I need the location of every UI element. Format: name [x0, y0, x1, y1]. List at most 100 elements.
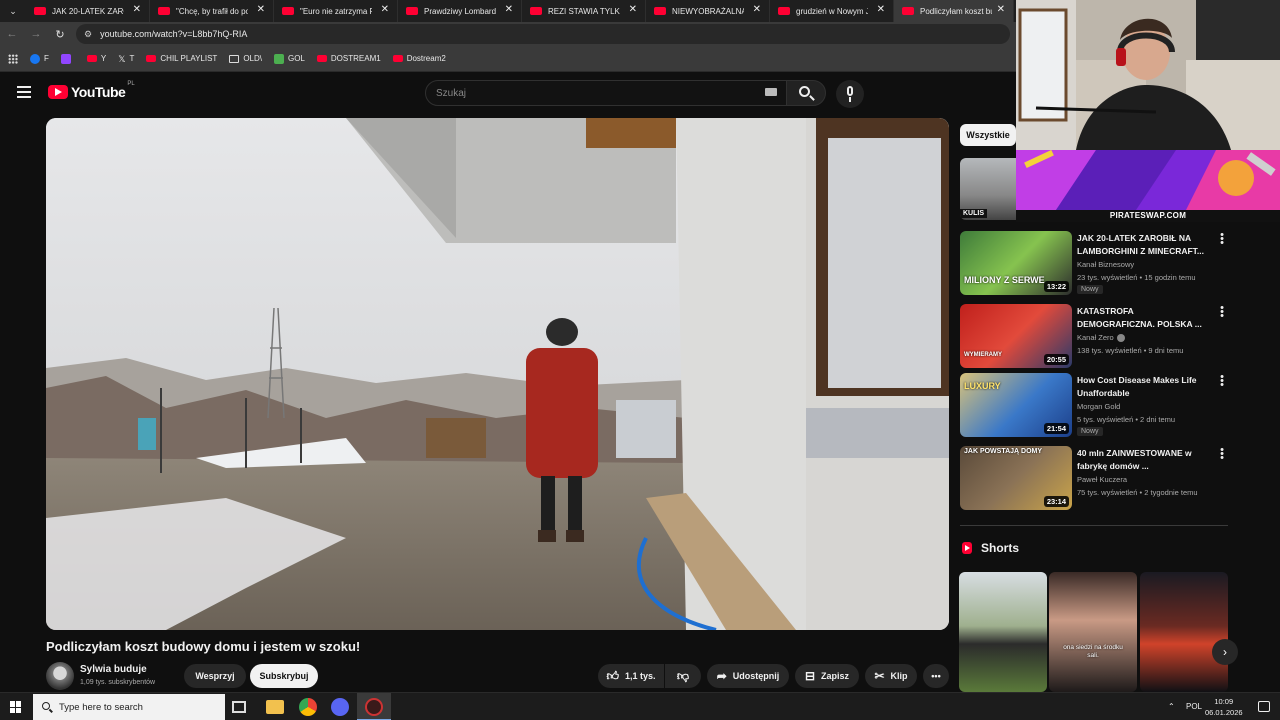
- logo-wordmark: YouTube: [71, 84, 126, 100]
- windows-start-icon[interactable]: [10, 701, 22, 713]
- browser-tab[interactable]: Prawdziwy Lombard - ✕: [398, 0, 522, 22]
- close-tab-icon[interactable]: ✕: [505, 4, 513, 15]
- back-icon[interactable]: ←: [0, 28, 24, 40]
- search-placeholder: Szukaj: [436, 88, 467, 99]
- video-title[interactable]: KATASTROFA DEMOGRAFICZNA. POLSKA ...: [1077, 305, 1213, 331]
- bookmark-item[interactable]: DOSTREAM1: [316, 54, 381, 63]
- site-settings-icon[interactable]: ⚙: [84, 29, 92, 40]
- browser-tab[interactable]: grudzień w Nowym J ✕: [770, 0, 894, 22]
- tab-title: "Euro nie zatrzyma R: [300, 6, 372, 16]
- video-thumbnail[interactable]: MILIONY Z SERWE 13:22: [960, 231, 1072, 295]
- channel-name[interactable]: Kanał Zero: [1077, 333, 1125, 343]
- browser-tab[interactable]: JAK 20-LATEK ZAROBI ✕: [26, 0, 150, 22]
- notification-icon[interactable]: [1258, 701, 1270, 712]
- video-thumbnail[interactable]: LUXURY 21:54: [960, 373, 1072, 437]
- recommended-video[interactable]: MILIONY Z SERWE 13:22 JAK 20-LATEK ZAROB…: [960, 230, 1230, 295]
- new-badge: Nowy: [1077, 427, 1103, 436]
- video-thumbnail[interactable]: WYMIERAMY 20:55: [960, 304, 1072, 368]
- system-clock[interactable]: 10:09 06.01.2026: [1205, 696, 1243, 718]
- youtube-logo[interactable]: YouTube PL: [48, 81, 135, 100]
- more-vertical-icon[interactable]: • • •: [1220, 372, 1224, 391]
- bookmark-item[interactable]: CHIL PLAYLIST: [146, 54, 217, 63]
- channel-avatar[interactable]: [46, 662, 74, 690]
- discord-icon[interactable]: [331, 698, 349, 716]
- chevron-right-icon[interactable]: ›: [1212, 639, 1238, 665]
- youtube-icon: [86, 55, 97, 62]
- thumbnail-text: JAK POWSTAJĄ DOMY: [964, 448, 1043, 455]
- more-actions-button[interactable]: •••: [923, 664, 949, 688]
- thumbnail-text: KULIS: [960, 209, 987, 218]
- save-button[interactable]: ⊟ Zapisz: [795, 664, 859, 688]
- bookmark-item[interactable]: Y: [86, 54, 106, 63]
- partial-thumbnail[interactable]: KULIS: [960, 158, 1016, 220]
- file-explorer-icon[interactable]: [266, 700, 284, 714]
- recommended-video[interactable]: JAK POWSTAJĄ DOMY 23:14 40 mln ZAINWESTO…: [960, 445, 1230, 510]
- channel-name[interactable]: Sylwia buduje: [80, 664, 147, 675]
- bookmark-item[interactable]: 𝕏T: [118, 54, 134, 64]
- forward-icon[interactable]: →: [24, 28, 48, 40]
- browser-tab-active[interactable]: Podliczyłam koszt bu ✕: [894, 0, 1014, 22]
- bookmark-item[interactable]: GOL: [273, 53, 305, 64]
- bookmark-item[interactable]: Dostream2: [392, 54, 446, 63]
- dislike-button[interactable]: 👎︎: [665, 664, 701, 688]
- clip-button[interactable]: ✂ Klip: [865, 664, 917, 688]
- close-tab-icon[interactable]: ✕: [753, 4, 761, 15]
- obs-icon[interactable]: [365, 698, 383, 716]
- video-title[interactable]: JAK 20-LATEK ZAROBIŁ NA LAMBORGHINI Z MI…: [1077, 232, 1213, 258]
- recommended-video[interactable]: LUXURY 21:54 How Cost Disease Makes Life…: [960, 372, 1230, 437]
- bookmark-item[interactable]: [60, 53, 75, 64]
- tab-search-icon[interactable]: ⌄: [0, 0, 26, 22]
- close-tab-icon[interactable]: ✕: [629, 4, 637, 15]
- voice-search-button[interactable]: [836, 80, 864, 108]
- browser-tab[interactable]: "Euro nie zatrzyma R ✕: [274, 0, 398, 22]
- bookmark-item[interactable]: F: [30, 53, 49, 64]
- chevron-up-icon[interactable]: ⌃: [1168, 702, 1175, 711]
- short-thumbnail[interactable]: ona siedzi na środku sali.: [1049, 572, 1137, 692]
- search-button[interactable]: [786, 80, 826, 106]
- subscribe-button[interactable]: Subskrybuj: [250, 664, 318, 688]
- close-tab-icon[interactable]: ✕: [877, 4, 885, 15]
- menu-icon[interactable]: [17, 86, 31, 98]
- like-button[interactable]: 👍︎ 1,1 tys.: [598, 664, 664, 688]
- filter-chip-all[interactable]: Wszystkie: [960, 124, 1016, 146]
- video-title[interactable]: 40 mln ZAINWESTOWANE w fabrykę domów ...: [1077, 447, 1213, 473]
- youtube-icon: [146, 55, 157, 62]
- more-vertical-icon[interactable]: • • •: [1220, 230, 1224, 249]
- browser-tab[interactable]: "Chcę, by trafił do po ✕: [150, 0, 274, 22]
- bookmark-folder[interactable]: OLD\: [229, 54, 262, 63]
- taskbar-search-input[interactable]: Type here to search: [33, 694, 225, 720]
- language-indicator[interactable]: POL: [1186, 702, 1202, 711]
- reload-icon[interactable]: ↻: [48, 28, 72, 41]
- support-label: Wesprzyj: [195, 671, 235, 681]
- close-tab-icon[interactable]: ✕: [997, 4, 1005, 15]
- channel-name[interactable]: Morgan Gold: [1077, 402, 1120, 411]
- close-tab-icon[interactable]: ✕: [381, 4, 389, 15]
- banner-text: PIRATESWAP.COM: [1109, 211, 1187, 220]
- video-meta: 23 tys. wyświetleń • 15 godzin temu: [1077, 273, 1196, 282]
- keyboard-icon[interactable]: [765, 88, 777, 96]
- share-button[interactable]: ➦ Udostępnij: [707, 664, 789, 688]
- short-thumbnail[interactable]: [959, 572, 1047, 692]
- url-field[interactable]: ⚙ youtube.com/watch?v=L8bb7hQ-RIA: [76, 24, 1010, 44]
- browser-tab[interactable]: REZI STAWIA TYLKO F ✕: [522, 0, 646, 22]
- short-thumbnail[interactable]: [1140, 572, 1228, 692]
- youtube-icon: [316, 55, 327, 62]
- bookmarks-bar: F Y 𝕏T CHIL PLAYLIST OLD\ GOL DOSTREAM1 …: [0, 46, 1016, 72]
- banner-artwork: [1016, 150, 1280, 210]
- video-thumbnail[interactable]: JAK POWSTAJĄ DOMY 23:14: [960, 446, 1072, 510]
- video-player[interactable]: [46, 118, 949, 630]
- browser-tab[interactable]: NIEWYOBRAŻALNA S ✕: [646, 0, 770, 22]
- more-vertical-icon[interactable]: • • •: [1220, 445, 1224, 464]
- recommended-video[interactable]: WYMIERAMY 20:55 KATASTROFA DEMOGRAFICZNA…: [960, 303, 1230, 368]
- task-view-icon[interactable]: [232, 701, 246, 713]
- more-vertical-icon[interactable]: • • •: [1220, 303, 1224, 322]
- close-tab-icon[interactable]: ✕: [257, 4, 265, 15]
- video-title[interactable]: How Cost Disease Makes Life Unaffordable: [1077, 374, 1213, 400]
- channel-name[interactable]: Paweł Kuczera: [1077, 475, 1127, 484]
- search-input[interactable]: Szukaj: [425, 80, 790, 106]
- support-button[interactable]: Wesprzyj: [184, 664, 246, 688]
- apps-grid-icon[interactable]: [8, 53, 18, 64]
- close-tab-icon[interactable]: ✕: [133, 4, 141, 15]
- chrome-icon[interactable]: [299, 698, 317, 716]
- channel-name[interactable]: Kanał Biznesowy: [1077, 260, 1134, 269]
